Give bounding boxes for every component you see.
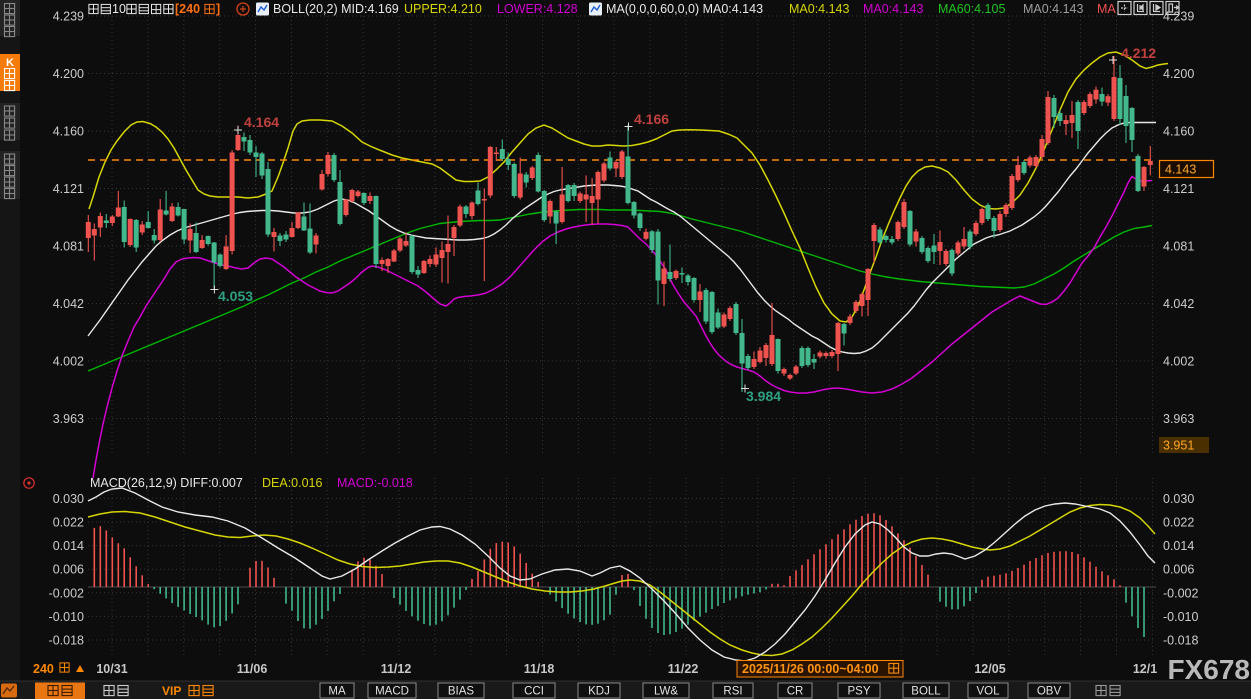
svg-text:VIP: VIP [162, 684, 181, 698]
svg-text:-0.002: -0.002 [49, 586, 84, 600]
svg-text:LW&: LW& [654, 686, 678, 698]
svg-text:4.164: 4.164 [244, 114, 279, 130]
svg-text:0.006: 0.006 [53, 563, 84, 577]
svg-text:MACD(26,12,9) DIFF:0.007: MACD(26,12,9) DIFF:0.007 [90, 476, 243, 490]
svg-text:3.984: 3.984 [746, 388, 781, 404]
svg-text:4.212: 4.212 [1121, 45, 1156, 61]
svg-text:OBV: OBV [1037, 686, 1062, 698]
svg-text:-0.010: -0.010 [49, 610, 84, 624]
svg-text:3.951: 3.951 [1163, 439, 1194, 453]
svg-text:2025/11/26 00:00~04:00: 2025/11/26 00:00~04:00 [742, 662, 879, 676]
svg-text:MA60:4.105: MA60:4.105 [938, 2, 1005, 16]
svg-text:240: 240 [33, 662, 54, 676]
svg-text:10: 10 [112, 2, 126, 16]
svg-text:4.160: 4.160 [53, 125, 84, 139]
svg-text:4.200: 4.200 [53, 67, 84, 81]
svg-text:12/1: 12/1 [1133, 662, 1157, 676]
svg-text:11/06: 11/06 [237, 662, 268, 676]
svg-text:0.014: 0.014 [1163, 539, 1194, 553]
svg-text:4.081: 4.081 [1163, 240, 1194, 254]
svg-text:BOLL(20,2) MID:4.169: BOLL(20,2) MID:4.169 [273, 2, 399, 16]
svg-text:4.081: 4.081 [53, 240, 84, 254]
svg-text:3.963: 3.963 [53, 412, 84, 426]
svg-text:0.030: 0.030 [53, 492, 84, 506]
svg-text:UPPER:4.210: UPPER:4.210 [404, 2, 482, 16]
svg-text:DEA:0.016: DEA:0.016 [262, 476, 323, 490]
svg-text:11/12: 11/12 [381, 662, 412, 676]
svg-text:0.022: 0.022 [53, 516, 84, 530]
svg-text:CCI: CCI [524, 686, 544, 698]
svg-text:LOWER:4.128: LOWER:4.128 [497, 2, 578, 16]
svg-text:K: K [6, 57, 14, 69]
svg-text:]: ] [216, 2, 220, 16]
svg-text:10/31: 10/31 [96, 662, 127, 676]
svg-text:4.002: 4.002 [53, 355, 84, 369]
svg-text:MA: MA [1097, 2, 1116, 16]
svg-text:4.002: 4.002 [1163, 355, 1194, 369]
svg-text:11/18: 11/18 [524, 662, 555, 676]
svg-text:-0.018: -0.018 [1163, 634, 1198, 648]
svg-text:0.022: 0.022 [1163, 516, 1194, 530]
svg-text:4.121: 4.121 [53, 182, 84, 196]
svg-text:-0.002: -0.002 [1163, 586, 1198, 600]
svg-text:3.963: 3.963 [1163, 412, 1194, 426]
svg-text:4.042: 4.042 [53, 297, 84, 311]
svg-text:MA0:4.143: MA0:4.143 [1023, 2, 1084, 16]
svg-text:VOL: VOL [976, 686, 1000, 698]
svg-text:4.166: 4.166 [634, 111, 669, 127]
svg-text:4.121: 4.121 [1163, 182, 1194, 196]
svg-text:4.160: 4.160 [1163, 125, 1194, 139]
svg-text:0.006: 0.006 [1163, 563, 1194, 577]
svg-text:[240: [240 [175, 2, 200, 16]
svg-text:12/05: 12/05 [974, 662, 1005, 676]
svg-text:4.239: 4.239 [53, 10, 84, 24]
svg-text:4.200: 4.200 [1163, 67, 1194, 81]
svg-text:CR: CR [787, 686, 804, 698]
svg-text:4.143: 4.143 [1165, 163, 1196, 177]
svg-text:0.014: 0.014 [53, 539, 84, 553]
svg-text:4.053: 4.053 [218, 288, 253, 304]
svg-text:BIAS: BIAS [448, 686, 475, 698]
svg-text:11/22: 11/22 [668, 662, 699, 676]
svg-text:MA(0,0,0,60,0,0) MA0:4.143: MA(0,0,0,60,0,0) MA0:4.143 [606, 2, 763, 16]
svg-text:RSI: RSI [723, 686, 742, 698]
svg-text:KDJ: KDJ [588, 686, 610, 698]
svg-text:MA0:4.143: MA0:4.143 [789, 2, 850, 16]
svg-text:0.030: 0.030 [1163, 492, 1194, 506]
svg-text:MACD: MACD [375, 686, 409, 698]
svg-text:-0.010: -0.010 [1163, 610, 1198, 624]
svg-text:MA: MA [328, 686, 346, 698]
svg-text:FX678: FX678 [1168, 654, 1251, 685]
svg-text:PSY: PSY [847, 686, 870, 698]
svg-text:-0.018: -0.018 [49, 634, 84, 648]
svg-text:4.042: 4.042 [1163, 297, 1194, 311]
svg-text:MACD:-0.018: MACD:-0.018 [337, 476, 413, 490]
svg-text:BOLL: BOLL [911, 686, 941, 698]
svg-text:MA0:4.143: MA0:4.143 [863, 2, 924, 16]
